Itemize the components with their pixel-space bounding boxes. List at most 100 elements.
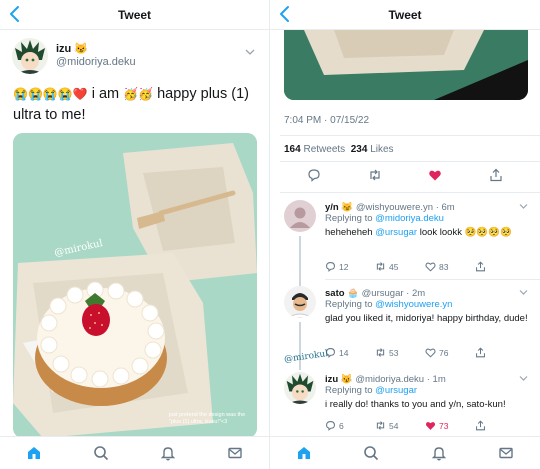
reply-button[interactable]: 14 [325,347,375,358]
share-icon [476,261,485,272]
reply-count: 6 [339,420,344,431]
like-button[interactable]: 73 [425,420,475,431]
retweets-label[interactable]: Retweets [303,144,345,155]
chevron-down-icon[interactable] [519,375,528,382]
reply-actions: 14 53 76 [325,347,525,358]
avatar[interactable] [284,286,316,318]
replying-to-link[interactable]: @midoriya.deku [375,213,444,224]
replying-to-link[interactable]: @wishyouwere.yn [375,299,452,310]
reply-icon [326,262,335,272]
likes-label[interactable]: Likes [370,144,393,155]
chevron-down-icon[interactable] [245,48,255,56]
tweet-emojis-2: 🥳🥳 [123,87,154,101]
sato-avatar-icon [284,286,316,318]
tweet-panel-left: Tweet izu 😼 @midoriya.deku 😭😭😭😭❤️ i am 🥳… [0,0,270,469]
divider [280,192,540,193]
chevron-down-icon[interactable] [519,203,528,210]
replying-to-label: Replying to [325,385,376,396]
divider [280,161,540,162]
home-tab[interactable] [24,443,44,463]
bell-icon [431,447,446,461]
retweet-button[interactable]: 45 [375,261,425,272]
replying-to: Replying to @ursugar [325,385,417,396]
default-user-icon [284,200,316,232]
reply-icon [308,169,320,182]
share-icon [490,168,502,182]
tweet-author: izu 😼 @midoriya.deku [12,38,257,78]
home-tab[interactable] [294,443,314,463]
share-button[interactable] [475,261,525,272]
retweet-count: 53 [389,347,399,358]
reply-author-name[interactable]: y/n 😼 [325,202,353,213]
reply-icon [326,421,335,431]
mention-link[interactable]: @ursugar [375,227,417,238]
replying-to-label: Replying to [325,213,376,224]
messages-tab[interactable] [225,443,245,463]
retweet-icon [376,262,385,271]
share-icon [476,420,485,431]
search-tab[interactable] [361,443,381,463]
retweet-count[interactable]: 164 [284,144,301,155]
like-button[interactable]: 76 [425,347,475,358]
home-icon [27,447,40,459]
share-icon [476,347,485,358]
bell-icon [160,447,176,461]
tweet-stats: 164 Retweets 234 Likes [284,144,394,155]
reply-author-name[interactable]: izu 😼 [325,374,353,385]
reply-button[interactable] [306,167,322,183]
like-count[interactable]: 234 [351,144,368,155]
avatar[interactable] [284,200,316,232]
replying-to: Replying to @wishyouwere.yn [325,299,452,310]
retweet-icon [376,348,385,357]
share-button[interactable] [475,420,525,431]
reply-button[interactable]: 6 [325,420,375,431]
notifications-tab[interactable] [429,443,449,463]
retweet-icon [370,169,380,181]
avatar[interactable] [12,38,48,74]
search-tab[interactable] [91,443,111,463]
mail-icon [228,447,243,459]
tweet-timestamp: 7:04 PM · 07/15/22 [284,115,370,126]
reply-author-handle[interactable]: @wishyouwere.yn · 6m [356,202,455,213]
deku-avatar-icon [284,372,316,404]
reply-text: heheheheh @ursugar look lookk 🥺🥺🥺🥺 [325,226,530,240]
author-handle[interactable]: @midoriya.deku [56,56,136,68]
like-count: 83 [439,261,449,272]
reply-button[interactable]: 12 [325,261,375,272]
tweet-photo-cropped[interactable] [284,30,528,100]
replying-to-link[interactable]: @ursugar [375,385,417,396]
like-button[interactable] [427,167,443,183]
deku-avatar-icon [12,38,48,74]
reply-actions: 6 54 73 [325,420,525,431]
replying-to: Replying to @midoriya.deku [325,213,444,224]
notifications-tab[interactable] [158,443,178,463]
tweet-text: 😭😭😭😭❤️ i am 🥳🥳 happy plus (1) ultra to m… [13,84,258,126]
retweet-button[interactable]: 53 [375,347,425,358]
like-count: 76 [439,347,449,358]
like-button[interactable]: 83 [425,261,475,272]
chevron-down-icon[interactable] [519,289,528,296]
heart-filled-icon [425,422,436,430]
heart-filled-icon [429,170,442,181]
thread-watermark: @mirokul [283,348,329,366]
share-button[interactable] [488,167,504,183]
reply-author-handle[interactable]: @midoriya.deku · 1m [355,374,445,385]
heart-icon [425,262,436,272]
tweet-actions [284,167,526,187]
cake-photo-crop-illustration [284,30,528,100]
reply-author-handle[interactable]: @ursugar · 2m [362,288,426,299]
retweet-icon [376,421,385,430]
reply-author-name[interactable]: sato 🧁 [325,288,359,299]
retweet-button[interactable] [367,167,383,183]
search-icon [364,446,379,461]
author-name[interactable]: izu 😼 [56,42,88,55]
reply-header: y/n 😼 @wishyouwere.yn · 6m [325,202,455,213]
photo-caption: just pretend the design was the "plus (1… [169,412,246,425]
messages-tab[interactable] [496,443,516,463]
retweet-button[interactable]: 54 [375,420,425,431]
tweet-photo[interactable]: @mirokul just pretend the design was the… [13,133,257,438]
avatar[interactable] [284,372,316,404]
home-icon [297,447,310,459]
share-button[interactable] [475,347,525,358]
bottom-tab-bar [270,436,540,469]
